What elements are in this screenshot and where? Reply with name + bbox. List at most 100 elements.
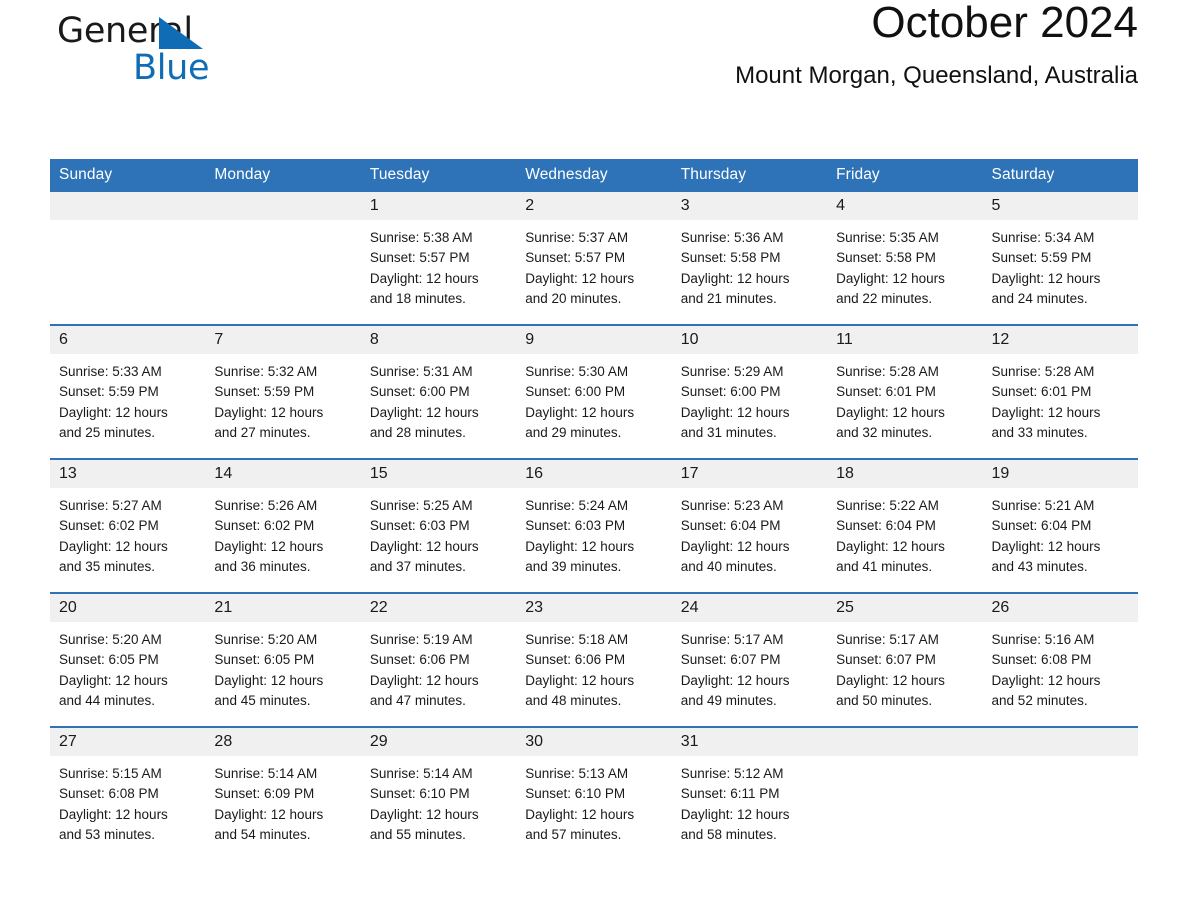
daylight-text-line1: Daylight: 12 hours (369, 538, 479, 554)
daylight-text-line1: Daylight: 12 hours (59, 538, 168, 554)
sunset-text: Sunset: 6:03 PM (525, 518, 626, 534)
day-details: Sunrise: 5:33 AM Sunset: 5:59 PM Daylight:… (50, 354, 205, 443)
calendar-day-cell[interactable]: 8 Sunrise: 5:31 AM Sunset: 6:00 PM Daylight… (360, 326, 517, 458)
calendar-day-cell[interactable]: 10 Sunrise: 5:29 AM Sunset: 6:00 PM Dayligh… (671, 326, 828, 458)
sunset-text: Sunset: 6:08 PM (991, 652, 1092, 668)
calendar-day-cell[interactable]: 17 Sunrise: 5:23 AM Sunset: 6:04 PM Dayligh… (671, 460, 828, 592)
sunset-text: Sunset: 6:02 PM (59, 518, 159, 534)
general-blue-logo[interactable]: General Blue (57, 8, 317, 98)
daylight-text-line1: Daylight: 12 hours (525, 806, 635, 822)
day-number: 18 (827, 460, 983, 488)
daylight-text-line2: and 43 minutes. (991, 558, 1088, 574)
day-number: 5 (982, 192, 1138, 220)
sunset-text: Sunset: 6:06 PM (369, 652, 470, 668)
daylight-text-line2: and 58 minutes. (680, 826, 777, 842)
calendar-day-cell[interactable]: 5 Sunrise: 5:34 AM Sunset: 5:59 PM Daylight… (982, 192, 1138, 324)
calendar-day-cell[interactable]: 20 Sunrise: 5:20 AM Sunset: 6:05 PM Dayligh… (50, 594, 206, 726)
daylight-text-line1: Daylight: 12 hours (369, 672, 479, 688)
calendar-day-cell[interactable]: 23 Sunrise: 5:18 AM Sunset: 6:06 PM Dayligh… (516, 594, 672, 726)
sunset-text: Sunset: 6:01 PM (836, 384, 936, 400)
day-number: 30 (516, 728, 672, 756)
calendar-day-cell[interactable]: 25 Sunrise: 5:17 AM Sunset: 6:07 PM Dayligh… (827, 594, 983, 726)
sunset-text: Sunset: 6:03 PM (369, 518, 470, 534)
calendar-day-cell[interactable]: 22 Sunrise: 5:19 AM Sunset: 6:06 PM Dayligh… (360, 594, 517, 726)
weekday-header-sunday: Sunday (50, 159, 206, 192)
calendar-day-cell[interactable]: 19 Sunrise: 5:21 AM Sunset: 6:04 PM Dayligh… (982, 460, 1138, 592)
daylight-text-line1: Daylight: 12 hours (525, 270, 635, 286)
day-details: Sunrise: 5:17 AM Sunset: 6:07 PM Daylight:… (672, 622, 827, 711)
day-number: 27 (50, 728, 206, 756)
calendar-day-cell[interactable]: 4 Sunrise: 5:35 AM Sunset: 5:58 PM Daylight… (827, 192, 983, 324)
calendar-day-cell[interactable]: 27 Sunrise: 5:15 AM Sunset: 6:08 PM Dayligh… (50, 728, 206, 860)
sunrise-text: Sunrise: 5:17 AM (836, 632, 939, 647)
sunset-text: Sunset: 6:11 PM (680, 786, 780, 802)
sunset-text: Sunset: 6:02 PM (214, 518, 315, 534)
day-number (982, 728, 1138, 756)
day-number: 7 (205, 326, 361, 354)
sunrise-text: Sunrise: 5:29 AM (680, 364, 784, 379)
sunrise-text: Sunrise: 5:23 AM (680, 498, 784, 513)
calendar-day-cell[interactable]: 16 Sunrise: 5:24 AM Sunset: 6:03 PM Dayligh… (516, 460, 672, 592)
calendar-day-cell[interactable]: 18 Sunrise: 5:22 AM Sunset: 6:04 PM Dayligh… (827, 460, 983, 592)
sunset-text: Sunset: 5:57 PM (525, 250, 626, 266)
sunset-text: Sunset: 6:05 PM (59, 652, 159, 668)
sunset-text: Sunset: 5:57 PM (369, 250, 470, 266)
daylight-text-line1: Daylight: 12 hours (836, 270, 945, 286)
daylight-text-line1: Daylight: 12 hours (836, 672, 945, 688)
logo-text-blue: Blue (133, 48, 210, 88)
daylight-text-line1: Daylight: 12 hours (369, 270, 479, 286)
calendar-day-cell[interactable]: 11 Sunrise: 5:28 AM Sunset: 6:01 PM Dayligh… (827, 326, 983, 458)
day-details: Sunrise: 5:18 AM Sunset: 6:06 PM Daylight:… (516, 622, 671, 711)
daylight-text-line2: and 31 minutes. (680, 424, 777, 440)
daylight-text-line1: Daylight: 12 hours (680, 270, 790, 286)
sunrise-text: Sunrise: 5:32 AM (214, 364, 318, 379)
sunrise-text: Sunrise: 5:24 AM (525, 498, 629, 513)
sunset-text: Sunset: 6:00 PM (525, 384, 626, 400)
calendar-day-cell[interactable]: 7 Sunrise: 5:32 AM Sunset: 5:59 PM Daylight… (205, 326, 361, 458)
calendar-day-cell-empty (827, 728, 983, 860)
daylight-text-line2: and 28 minutes. (369, 424, 466, 440)
calendar-day-cell[interactable]: 13 Sunrise: 5:27 AM Sunset: 6:02 PM Dayligh… (50, 460, 206, 592)
calendar-day-cell-empty (50, 192, 206, 324)
sunset-text: Sunset: 6:09 PM (214, 786, 315, 802)
day-number: 11 (827, 326, 983, 354)
calendar-day-cell[interactable]: 1 Sunrise: 5:38 AM Sunset: 5:57 PM Daylight… (360, 192, 517, 324)
daylight-text-line2: and 22 minutes. (836, 290, 933, 306)
calendar-day-cell[interactable]: 3 Sunrise: 5:36 AM Sunset: 5:58 PM Daylight… (671, 192, 828, 324)
day-number: 12 (982, 326, 1138, 354)
calendar-day-cell[interactable]: 28 Sunrise: 5:14 AM Sunset: 6:09 PM Dayligh… (205, 728, 361, 860)
day-number: 8 (360, 326, 517, 354)
calendar-week-row: 1 Sunrise: 5:38 AM Sunset: 5:57 PM Daylight… (50, 192, 1138, 325)
calendar-day-cell[interactable]: 9 Sunrise: 5:30 AM Sunset: 6:00 PM Daylight… (516, 326, 672, 458)
daylight-text-line2: and 57 minutes. (525, 826, 622, 842)
calendar-day-cell[interactable]: 29 Sunrise: 5:14 AM Sunset: 6:10 PM Dayligh… (360, 728, 517, 860)
calendar-day-cell[interactable]: 14 Sunrise: 5:26 AM Sunset: 6:02 PM Dayligh… (205, 460, 361, 592)
calendar-day-cell[interactable]: 12 Sunrise: 5:28 AM Sunset: 6:01 PM Dayligh… (982, 326, 1138, 458)
calendar-day-cell[interactable]: 31 Sunrise: 5:12 AM Sunset: 6:11 PM Dayligh… (671, 728, 828, 860)
calendar-day-cell[interactable]: 21 Sunrise: 5:20 AM Sunset: 6:05 PM Dayligh… (205, 594, 361, 726)
day-details: Sunrise: 5:28 AM Sunset: 6:01 PM Daylight:… (983, 354, 1138, 443)
daylight-text-line1: Daylight: 12 hours (991, 672, 1101, 688)
sunset-text: Sunset: 6:10 PM (525, 786, 626, 802)
daylight-text-line1: Daylight: 12 hours (991, 404, 1101, 420)
day-details: Sunrise: 5:12 AM Sunset: 6:11 PM Daylight:… (672, 756, 827, 845)
calendar-week-row: 6 Sunrise: 5:33 AM Sunset: 5:59 PM Daylight… (50, 324, 1138, 459)
day-details: Sunrise: 5:38 AM Sunset: 5:57 PM Daylight:… (361, 220, 516, 309)
daylight-text-line2: and 49 minutes. (680, 692, 777, 708)
calendar-day-cell[interactable]: 6 Sunrise: 5:33 AM Sunset: 5:59 PM Daylight… (50, 326, 206, 458)
calendar-day-cell[interactable]: 2 Sunrise: 5:37 AM Sunset: 5:57 PM Daylight… (516, 192, 672, 324)
sunset-text: Sunset: 5:58 PM (836, 250, 936, 266)
calendar-day-cell[interactable]: 26 Sunrise: 5:16 AM Sunset: 6:08 PM Dayligh… (982, 594, 1138, 726)
daylight-text-line2: and 47 minutes. (369, 692, 466, 708)
daylight-text-line1: Daylight: 12 hours (525, 672, 635, 688)
daylight-text-line2: and 24 minutes. (991, 290, 1088, 306)
sunrise-text: Sunrise: 5:27 AM (59, 498, 162, 513)
calendar-day-cell[interactable]: 24 Sunrise: 5:17 AM Sunset: 6:07 PM Dayligh… (671, 594, 828, 726)
day-details: Sunrise: 5:17 AM Sunset: 6:07 PM Daylight:… (827, 622, 982, 711)
day-number: 26 (982, 594, 1138, 622)
calendar-header-row: Sunday Monday Tuesday Wednesday Thursday… (50, 159, 1138, 192)
day-number: 17 (671, 460, 828, 488)
calendar-day-cell[interactable]: 15 Sunrise: 5:25 AM Sunset: 6:03 PM Dayligh… (360, 460, 517, 592)
weekday-header-friday: Friday (827, 159, 983, 192)
calendar-day-cell[interactable]: 30 Sunrise: 5:13 AM Sunset: 6:10 PM Dayligh… (516, 728, 672, 860)
